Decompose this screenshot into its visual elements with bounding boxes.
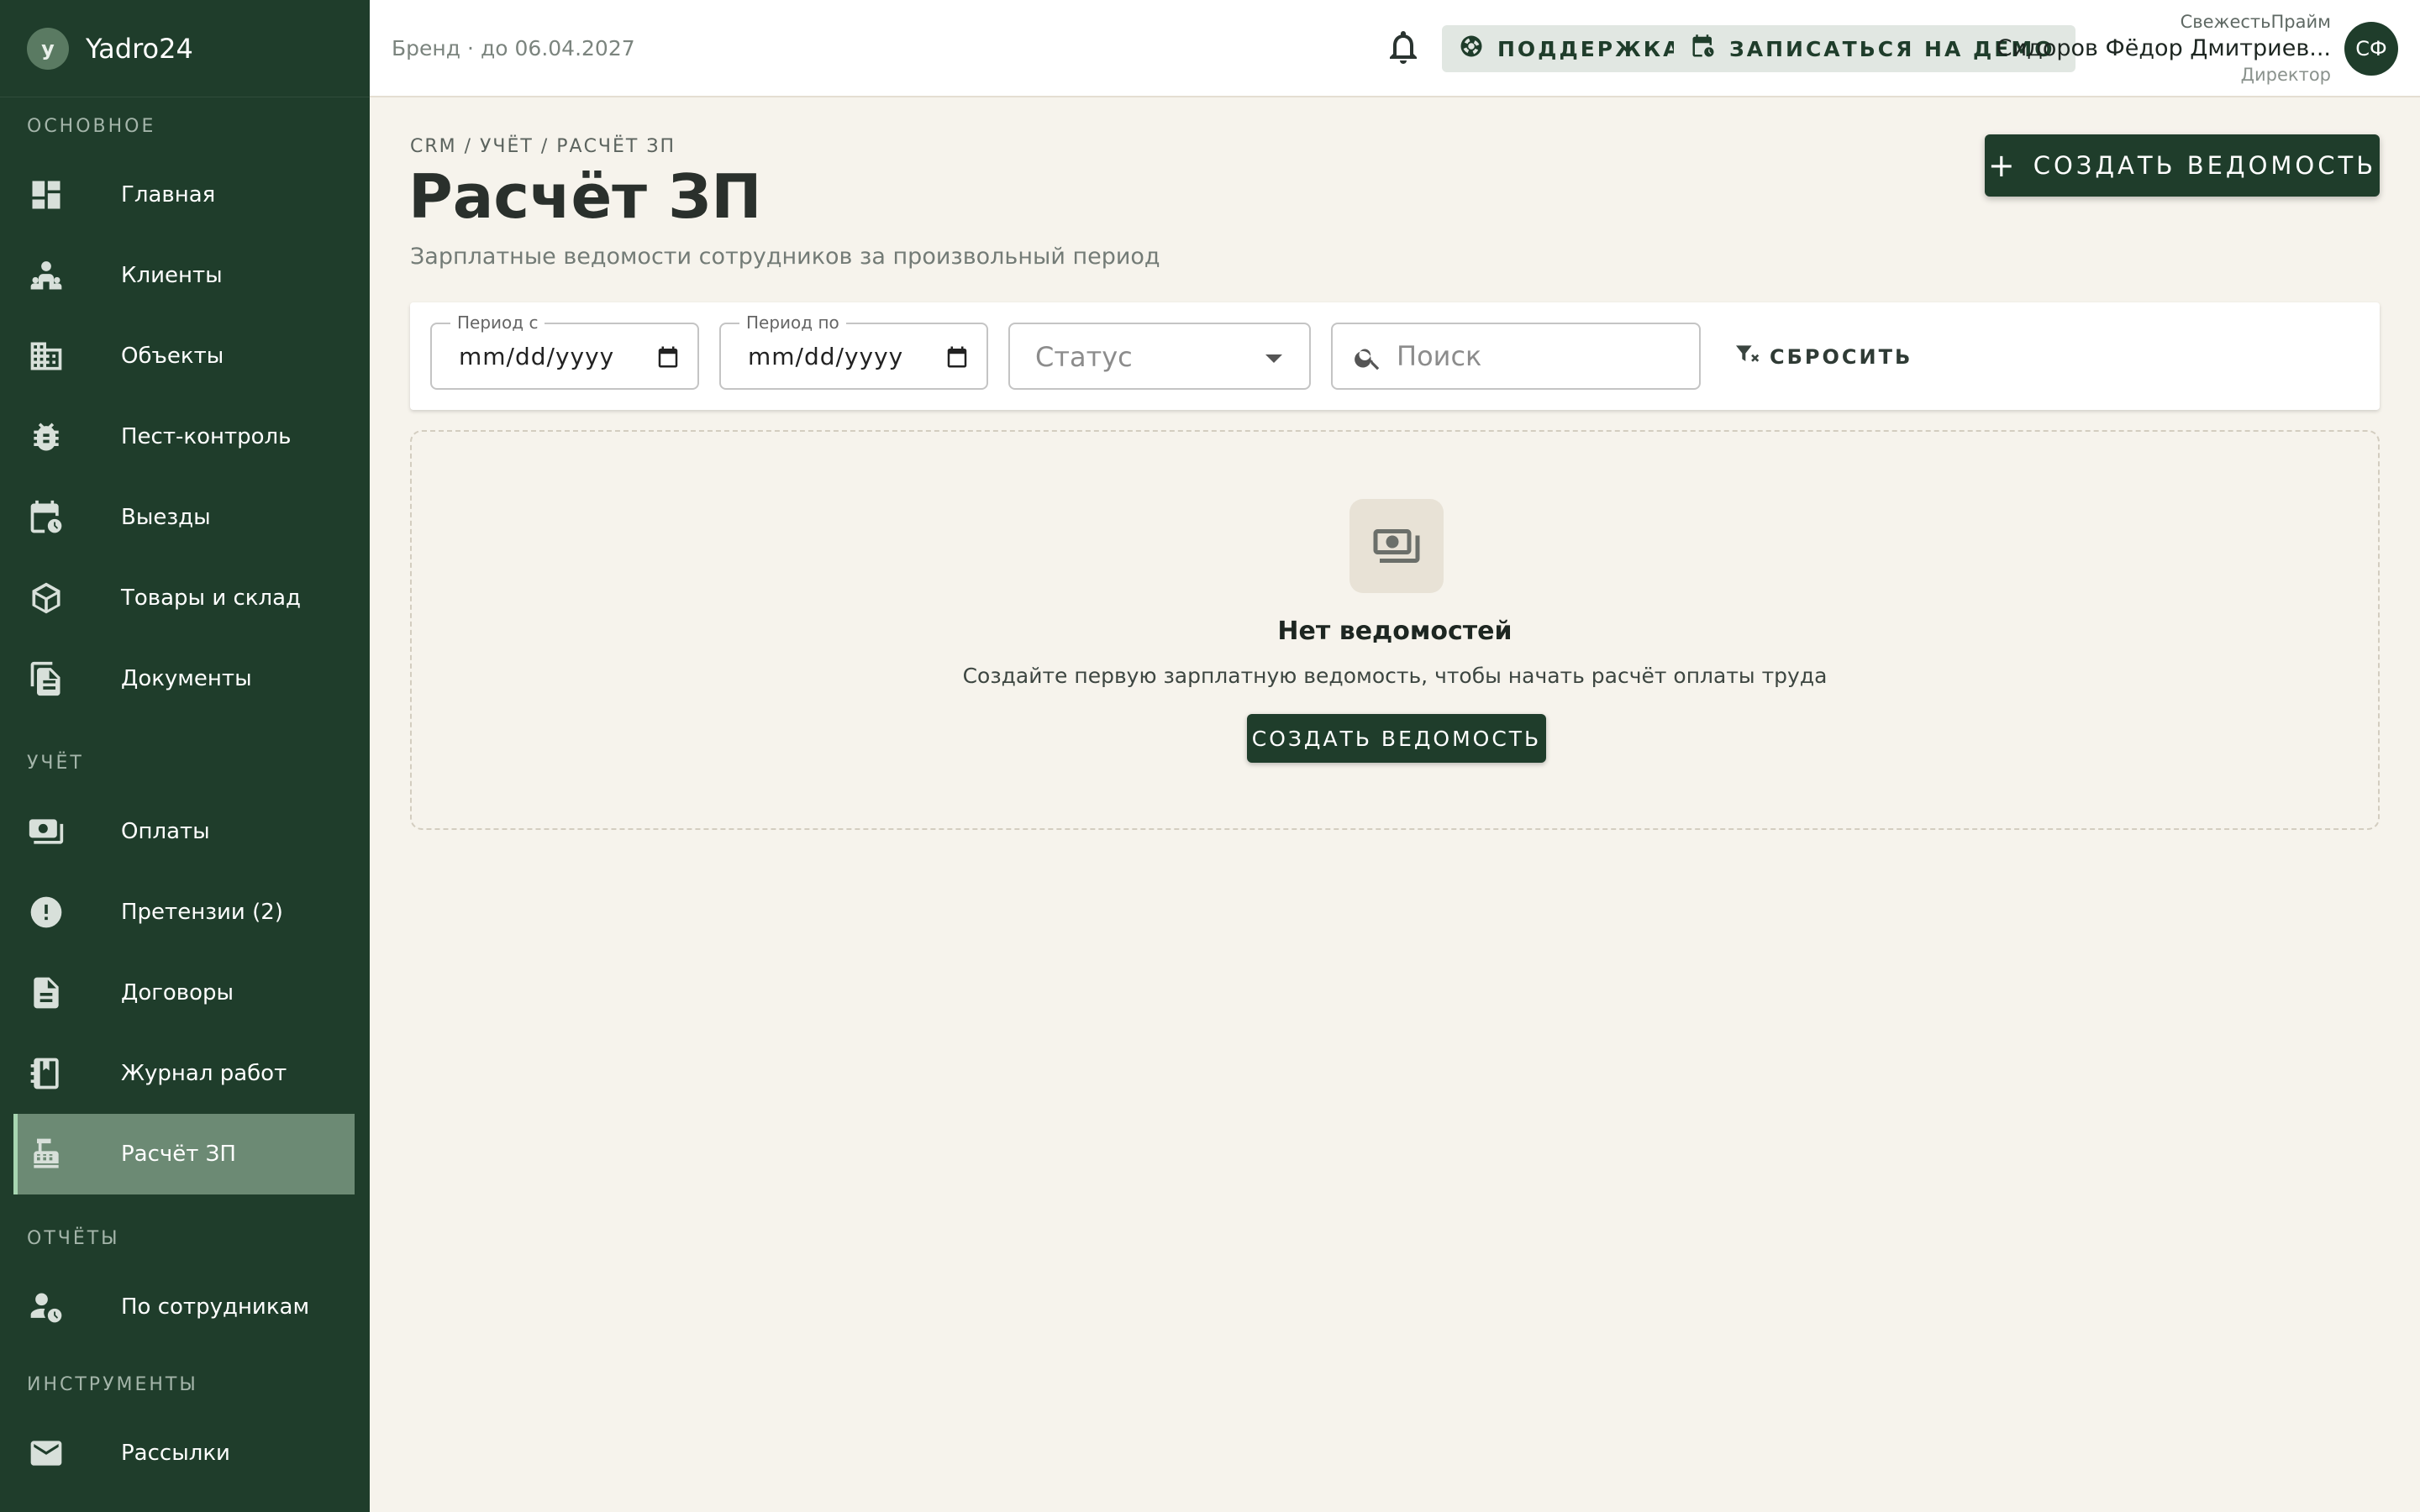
period-to-label: Период по — [739, 312, 846, 333]
reset-label: СБРОСИТЬ — [1770, 345, 1913, 369]
sidebar: y Yadro24 ОСНОВНОЕ Главная Клиенты Объек… — [0, 0, 370, 1512]
sidebar-item-label: Выезды — [121, 505, 211, 530]
brand-name: Yadro24 — [86, 32, 193, 65]
sidebar-item-mailings[interactable]: Рассылки — [0, 1413, 370, 1494]
period-to-field[interactable]: Период по mm/dd/yyyy — [719, 312, 988, 390]
avatar[interactable]: СФ — [2344, 22, 2398, 76]
sidebar-item-label: Главная — [121, 182, 216, 207]
sidebar-item-pest-control[interactable]: Пест-контроль — [0, 396, 370, 477]
empty-create-statement-label: СОЗДАТЬ ВЕДОМОСТЬ — [1251, 726, 1542, 751]
brand-label: Бренд — [392, 35, 461, 60]
sidebar-item-label: Претензии (2) — [121, 900, 283, 925]
calendar-clock-icon — [27, 498, 66, 537]
breadcrumb: CRM / УЧЁТ / РАСЧЁТ ЗП — [410, 136, 676, 157]
user-menu[interactable]: СвежестьПрайм Сидоров Фёдор Дмитриев... … — [1996, 12, 2331, 85]
user-organization: СвежестьПрайм — [2180, 12, 2331, 32]
sidebar-item-objects[interactable]: Объекты — [0, 316, 370, 396]
chevron-down-icon — [1265, 354, 1282, 363]
page-title: Расчёт ЗП — [408, 161, 762, 232]
box-icon — [27, 579, 66, 617]
user-name: Сидоров Фёдор Дмитриев... — [1996, 35, 2331, 61]
page-subtitle: Зарплатные ведомости сотрудников за прои… — [410, 244, 1160, 270]
empty-state: Нет ведомостей Создайте первую зарплатну… — [410, 430, 2380, 830]
journal-icon — [27, 1054, 66, 1093]
search-field[interactable] — [1331, 323, 1701, 390]
license-info: Бренд · до 06.04.2027 — [392, 36, 635, 60]
user-role: Директор — [2240, 65, 2331, 85]
empty-state-title: Нет ведомостей — [1277, 617, 1512, 646]
topbar: Бренд · до 06.04.2027 ПОДДЕРЖКА ЗАПИСАТЬСЯ… — [370, 0, 2420, 97]
reset-filters-button[interactable]: СБРОСИТЬ — [1733, 336, 1912, 378]
sidebar-item-clients[interactable]: Клиенты — [0, 235, 370, 316]
support-button[interactable]: ПОДДЕРЖКА — [1442, 25, 1702, 72]
calendar-icon[interactable] — [944, 344, 970, 370]
sidebar-item-payments[interactable]: Оплаты — [0, 791, 370, 872]
notifications-button[interactable] — [1383, 27, 1427, 71]
sidebar-item-home[interactable]: Главная — [0, 155, 370, 235]
sidebar-item-payroll[interactable]: Расчёт ЗП — [13, 1114, 355, 1194]
brand[interactable]: y Yadro24 — [0, 0, 370, 97]
sidebar-item-goods-warehouse[interactable]: Товары и склад — [0, 558, 370, 638]
sidebar-item-label: Документы — [121, 666, 252, 691]
filter-clear-icon — [1733, 341, 1770, 373]
payments-icon — [27, 812, 66, 851]
sidebar-item-label: Пест-контроль — [121, 424, 292, 449]
section-title-reports: ОТЧЁТЫ — [27, 1227, 120, 1249]
period-from-field[interactable]: Период с mm/dd/yyyy — [430, 312, 699, 390]
calendar-icon[interactable] — [655, 344, 681, 370]
bell-icon — [1383, 31, 1423, 71]
sidebar-item-label: Клиенты — [121, 263, 223, 288]
section-title-accounting: УЧЁТ — [27, 752, 84, 774]
section-title-main: ОСНОВНОЕ — [27, 115, 156, 137]
sidebar-item-label: Оплаты — [121, 819, 210, 844]
period-from-label: Период с — [450, 312, 545, 333]
filter-bar: Период с mm/dd/yyyy Период по mm/dd/yyyy… — [410, 302, 2380, 410]
mail-icon — [27, 1434, 66, 1473]
bug-icon — [27, 417, 66, 456]
calendar-clock-icon — [1691, 34, 1729, 64]
sidebar-item-claims[interactable]: Претензии (2) — [0, 872, 370, 953]
create-statement-button[interactable]: + СОЗДАТЬ ВЕДОМОСТЬ — [1985, 134, 2380, 197]
sidebar-item-label: Товары и склад — [121, 585, 302, 611]
search-input[interactable] — [1397, 338, 1682, 375]
contract-icon — [27, 974, 66, 1012]
person-clock-icon — [27, 1288, 66, 1326]
sidebar-item-visits[interactable]: Выезды — [0, 477, 370, 558]
sidebar-item-label: Расчёт ЗП — [121, 1142, 236, 1167]
dashboard-icon — [27, 176, 66, 214]
alert-icon — [27, 893, 66, 932]
separator: · — [467, 35, 474, 60]
support-label: ПОДДЕРЖКА — [1497, 36, 1682, 61]
sidebar-item-by-employees[interactable]: По сотрудникам — [0, 1267, 370, 1347]
period-to-value: mm/dd/yyyy — [748, 343, 904, 370]
cash-register-icon — [27, 1135, 66, 1173]
sidebar-item-label: Рассылки — [121, 1441, 230, 1466]
create-statement-label: СОЗДАТЬ ВЕДОМОСТЬ — [2033, 151, 2377, 180]
empty-create-statement-button[interactable]: СОЗДАТЬ ВЕДОМОСТЬ — [1247, 714, 1546, 763]
sidebar-item-work-journal[interactable]: Журнал работ — [0, 1033, 370, 1114]
empty-state-text: Создайте первую зарплатную ведомость, чт… — [962, 664, 1828, 688]
sidebar-item-contracts[interactable]: Договоры — [0, 953, 370, 1033]
support-icon — [1459, 34, 1497, 64]
sidebar-item-documents[interactable]: Документы — [0, 638, 370, 719]
status-placeholder: Статус — [1035, 341, 1133, 373]
section-title-tools: ИНСТРУМЕНТЫ — [27, 1373, 198, 1395]
sidebar-item-label: По сотрудникам — [121, 1294, 310, 1320]
building-icon — [27, 337, 66, 375]
status-select[interactable]: Статус — [1008, 323, 1311, 390]
sidebar-item-label: Объекты — [121, 344, 224, 369]
sidebar-item-label: Журнал работ — [121, 1061, 287, 1086]
plus-icon: + — [1987, 147, 2015, 184]
period-from-value: mm/dd/yyyy — [459, 343, 615, 370]
people-icon — [27, 256, 66, 295]
payments-icon — [1349, 499, 1444, 593]
brand-logo: y — [27, 27, 69, 70]
documents-icon — [27, 659, 66, 698]
license-until: до 06.04.2027 — [480, 35, 635, 60]
sidebar-item-label: Договоры — [121, 980, 234, 1005]
